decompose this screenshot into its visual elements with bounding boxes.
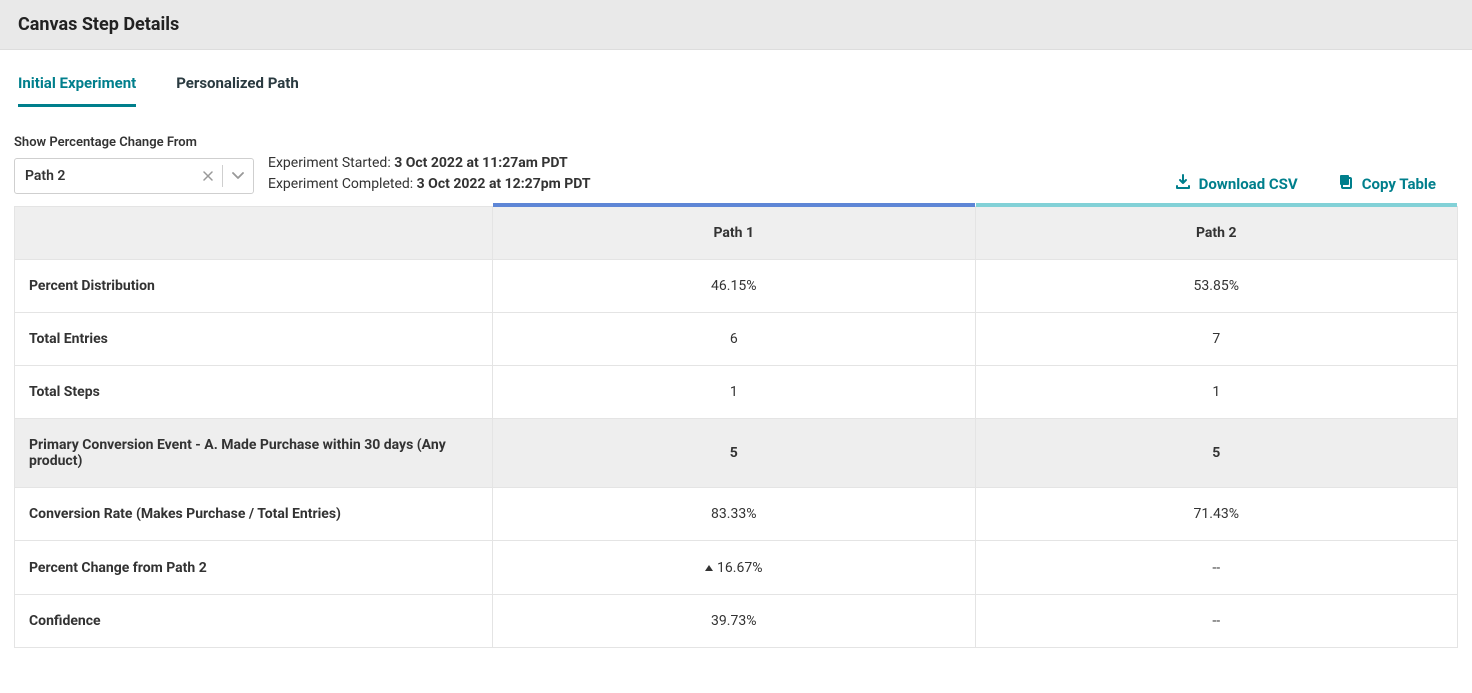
metric-label: Percent Distribution bbox=[15, 260, 493, 313]
cell-path2: -- bbox=[975, 595, 1458, 648]
row-total-steps: Total Steps 1 1 bbox=[15, 366, 1458, 419]
download-csv-label: Download CSV bbox=[1199, 175, 1298, 193]
triangle-up-icon bbox=[705, 565, 713, 571]
controls-row: Show Percentage Change From Path 2 Exper… bbox=[0, 107, 1472, 206]
metric-label: Total Steps bbox=[15, 366, 493, 419]
table-header-row: Path 1 Path 2 bbox=[15, 207, 1458, 260]
table-actions: Download CSV Copy Table bbox=[1175, 174, 1458, 194]
pct-change-select[interactable]: Path 2 bbox=[14, 158, 254, 194]
tab-personalized-path[interactable]: Personalized Path bbox=[176, 74, 299, 107]
page-header: Canvas Step Details bbox=[0, 0, 1472, 50]
tab-initial-experiment[interactable]: Initial Experiment bbox=[18, 74, 136, 107]
delta-up: 16.67% bbox=[705, 560, 762, 576]
download-csv-button[interactable]: Download CSV bbox=[1175, 174, 1298, 194]
cell-path2: 71.43% bbox=[975, 488, 1458, 541]
metric-label: Conversion Rate (Makes Purchase / Total … bbox=[15, 488, 493, 541]
col-path1-header: Path 1 bbox=[493, 207, 976, 260]
row-total-entries: Total Entries 6 7 bbox=[15, 313, 1458, 366]
cell-path1: 6 bbox=[493, 313, 976, 366]
page-title: Canvas Step Details bbox=[18, 14, 1454, 35]
copy-icon bbox=[1338, 174, 1354, 194]
row-primary-conversion: Primary Conversion Event - A. Made Purch… bbox=[15, 419, 1458, 488]
row-percent-distribution: Percent Distribution 46.15% 53.85% bbox=[15, 260, 1458, 313]
cell-path1: 16.67% bbox=[493, 541, 976, 595]
results-table: Path 1 Path 2 Percent Distribution 46.15… bbox=[14, 206, 1458, 648]
cell-path2: 53.85% bbox=[975, 260, 1458, 313]
row-conversion-rate: Conversion Rate (Makes Purchase / Total … bbox=[15, 488, 1458, 541]
cell-path2: 7 bbox=[975, 313, 1458, 366]
cell-path1: 1 bbox=[493, 366, 976, 419]
experiment-meta: Experiment Started: 3 Oct 2022 at 11:27a… bbox=[268, 153, 591, 194]
download-icon bbox=[1175, 174, 1191, 194]
tabs: Initial Experiment Personalized Path bbox=[0, 50, 1472, 107]
experiment-completed-line: Experiment Completed: 3 Oct 2022 at 12:2… bbox=[268, 174, 591, 194]
clear-icon[interactable] bbox=[194, 171, 222, 181]
experiment-completed-label: Experiment Completed: bbox=[268, 176, 417, 192]
pct-change-block: Show Percentage Change From Path 2 bbox=[14, 135, 254, 194]
cell-path1: 5 bbox=[493, 419, 976, 488]
experiment-completed-value: 3 Oct 2022 at 12:27pm PDT bbox=[417, 176, 591, 192]
percent-change-value: 16.67% bbox=[717, 560, 762, 576]
col-metric-header bbox=[15, 207, 493, 260]
metric-label: Confidence bbox=[15, 595, 493, 648]
metric-label: Primary Conversion Event - A. Made Purch… bbox=[15, 419, 493, 488]
experiment-started-label: Experiment Started: bbox=[268, 155, 394, 171]
row-percent-change: Percent Change from Path 2 16.67% -- bbox=[15, 541, 1458, 595]
results-table-wrap: Path 1 Path 2 Percent Distribution 46.15… bbox=[0, 206, 1472, 648]
chevron-down-icon[interactable] bbox=[223, 172, 253, 180]
experiment-started-line: Experiment Started: 3 Oct 2022 at 11:27a… bbox=[268, 153, 591, 173]
cell-path2: -- bbox=[975, 541, 1458, 595]
cell-path2: 1 bbox=[975, 366, 1458, 419]
metric-label: Total Entries bbox=[15, 313, 493, 366]
copy-table-button[interactable]: Copy Table bbox=[1338, 174, 1436, 194]
metric-label: Percent Change from Path 2 bbox=[15, 541, 493, 595]
row-confidence: Confidence 39.73% -- bbox=[15, 595, 1458, 648]
cell-path1: 39.73% bbox=[493, 595, 976, 648]
pct-change-value: Path 2 bbox=[15, 168, 194, 184]
copy-table-label: Copy Table bbox=[1362, 175, 1436, 193]
col-path2-header: Path 2 bbox=[975, 207, 1458, 260]
cell-path1: 46.15% bbox=[493, 260, 976, 313]
pct-change-label: Show Percentage Change From bbox=[14, 135, 254, 150]
cell-path2: 5 bbox=[975, 419, 1458, 488]
cell-path1: 83.33% bbox=[493, 488, 976, 541]
experiment-started-value: 3 Oct 2022 at 11:27am PDT bbox=[394, 155, 568, 171]
